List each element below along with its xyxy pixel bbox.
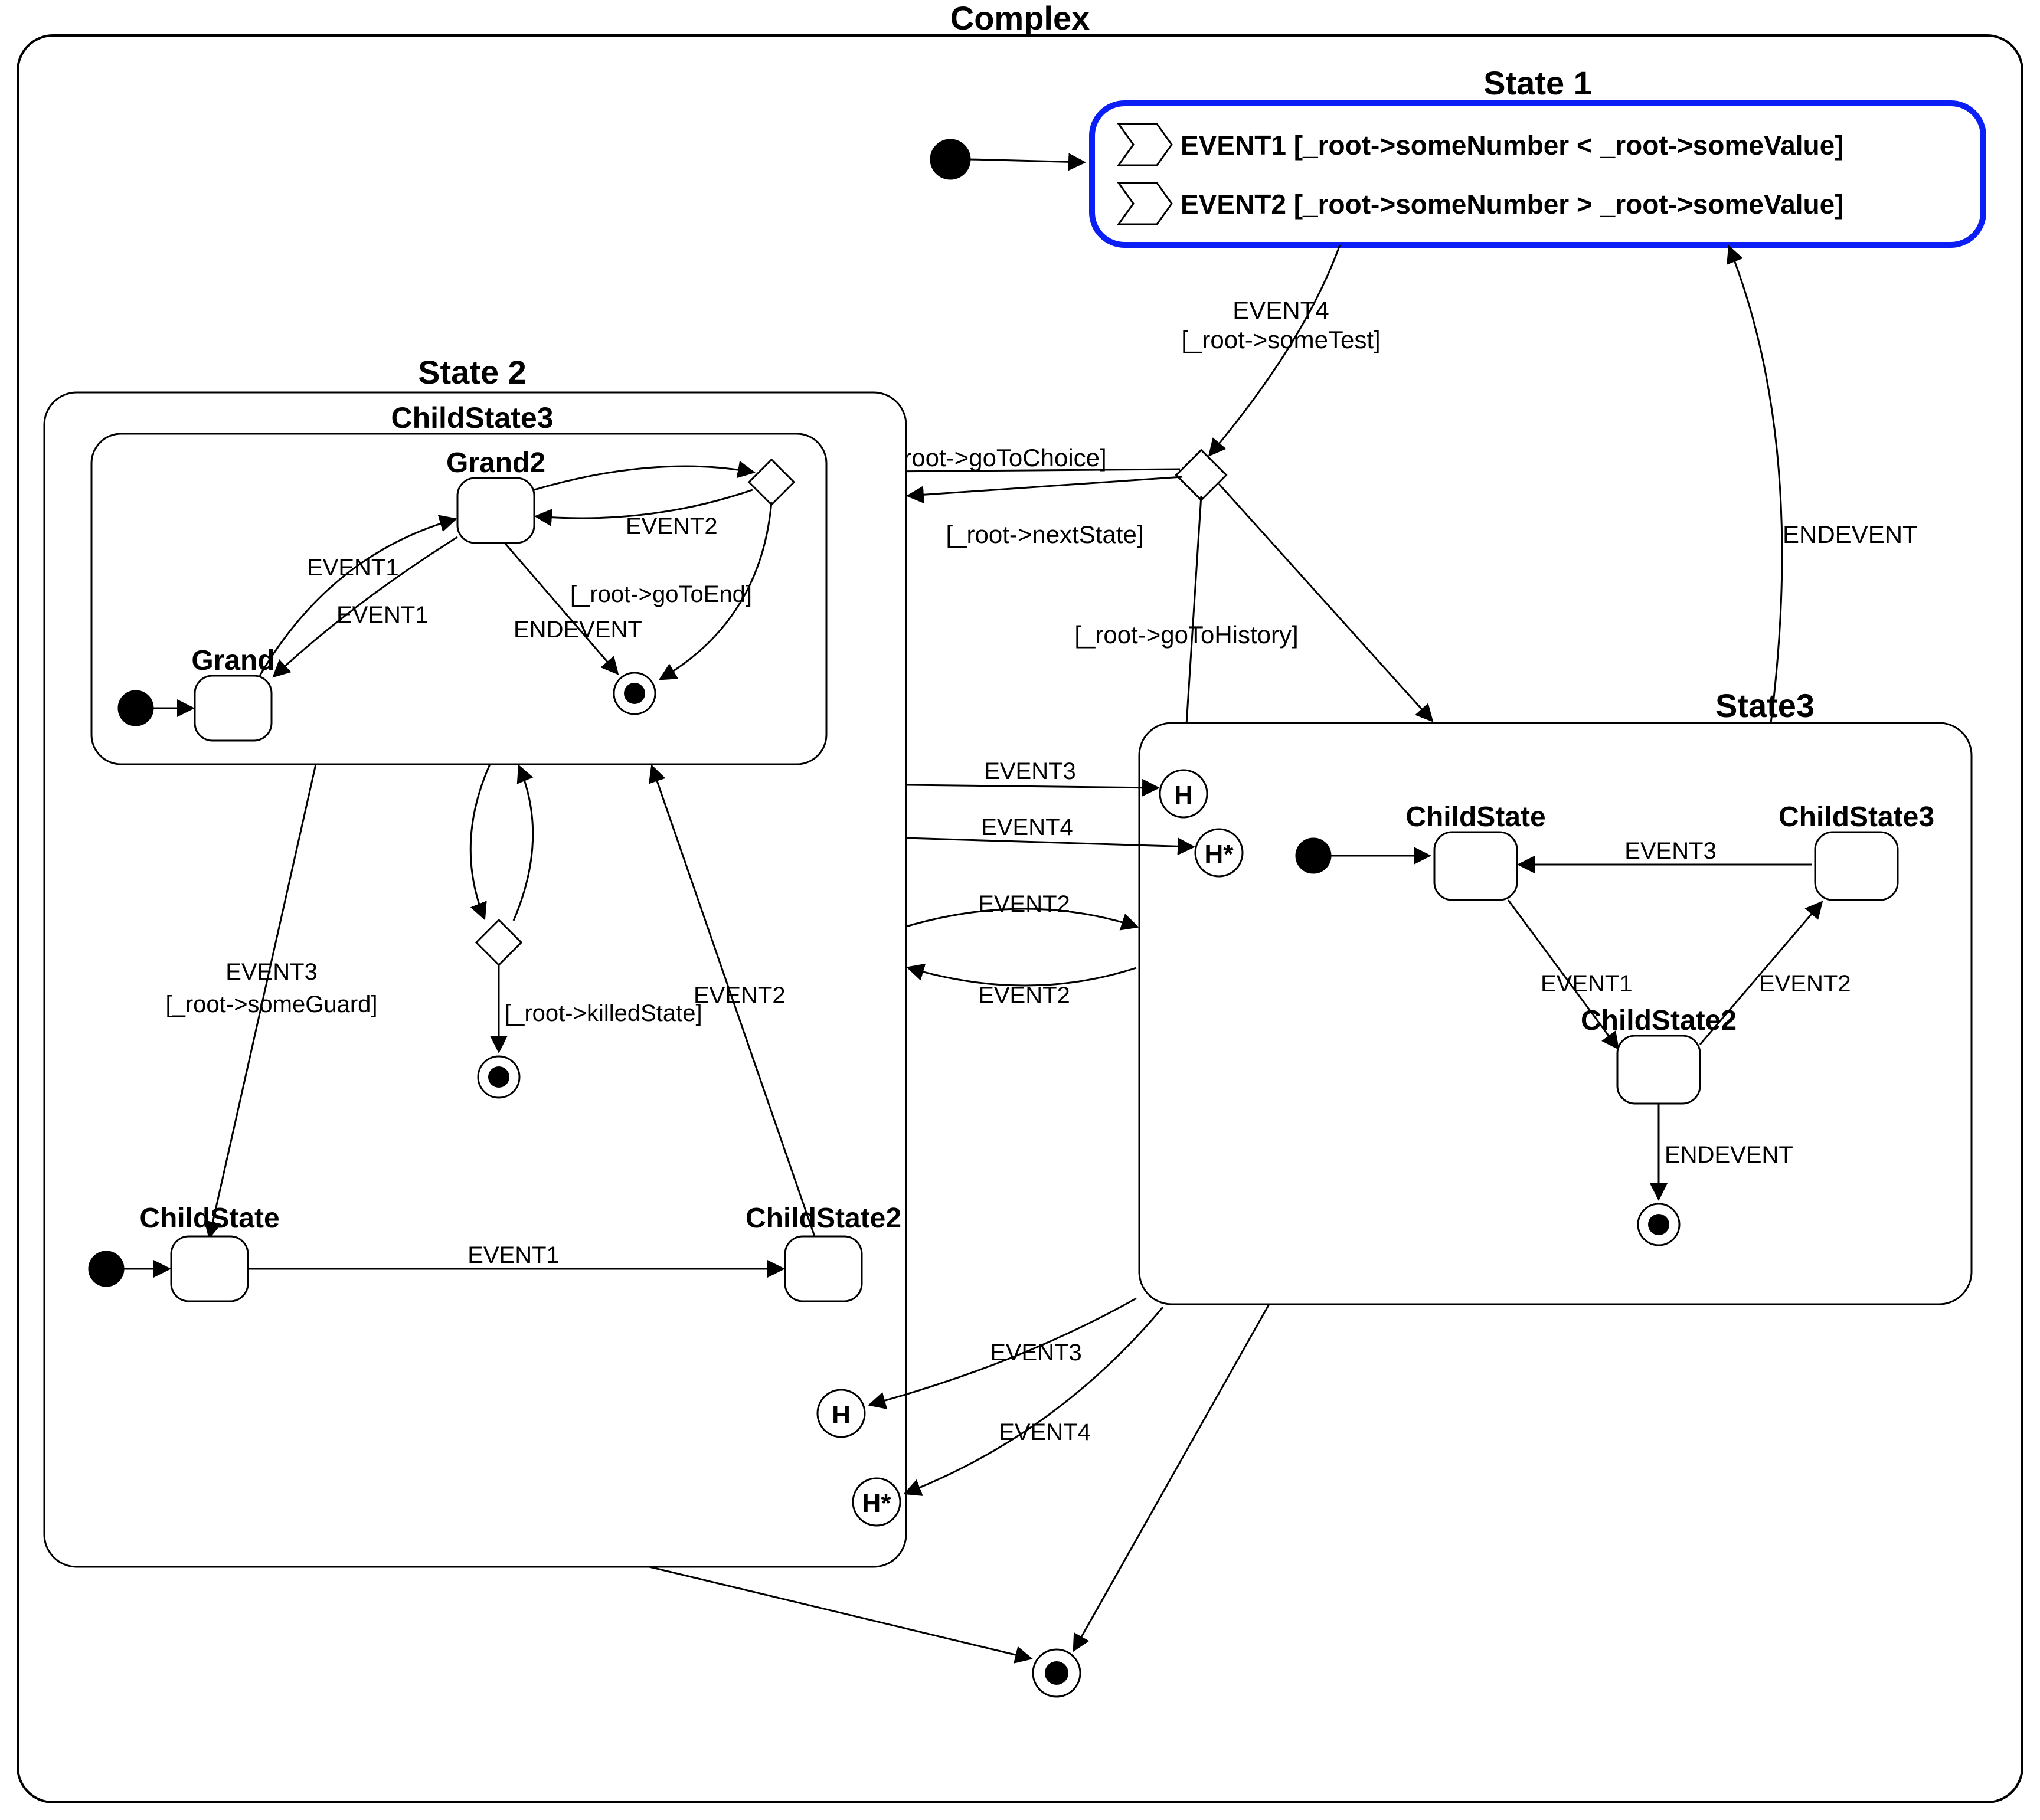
grand2-to-choice-label: EVENT2 — [626, 513, 718, 539]
state3-initial — [1296, 838, 1331, 873]
s3-s2hstar-label: EVENT4 — [999, 1419, 1091, 1445]
complex-initial — [930, 139, 970, 179]
state3-cs2-title: ChildState2 — [1581, 1005, 1737, 1036]
state2-childstate2-title: ChildState2 — [746, 1203, 901, 1234]
state2-title: State 2 — [418, 353, 527, 391]
cs3-to-cs-event: EVENT3 — [225, 959, 318, 985]
state1-title: State 1 — [1483, 64, 1592, 102]
state3-cs3-title: ChildState3 — [1779, 801, 1934, 833]
s2-s3-ev2b-label: EVENT2 — [978, 983, 1070, 1009]
state2-history-deep-label: H* — [862, 1489, 892, 1518]
s2-to-s3hstar-label: EVENT4 — [981, 814, 1073, 840]
s2-to-s3h-label: EVENT3 — [984, 758, 1076, 784]
state-diagram: Complex State 1 EVENT1 [_root->someNumbe… — [0, 0, 2040, 1820]
grand-grand2-ev1b: EVENT1 — [336, 602, 429, 628]
choice-gotochoice-label: [_root->goToChoice] — [882, 444, 1106, 472]
state3-cs-title: ChildState — [1405, 801, 1545, 833]
s2-s3-ev2a-label: EVENT2 — [978, 891, 1070, 917]
grand2-endevent-label: ENDEVENT — [514, 617, 642, 643]
grand-box[interactable] — [195, 676, 272, 741]
s3-cs-cs2-label: EVENT1 — [1541, 971, 1633, 997]
state3-childstate3-box[interactable] — [1815, 832, 1898, 900]
s3-cs2-endevent-label: ENDEVENT — [1665, 1142, 1793, 1168]
grand2-box[interactable] — [457, 478, 534, 543]
state2-childstate-box[interactable] — [171, 1236, 248, 1301]
state1-out-guard: [_root->someTest] — [1181, 326, 1380, 353]
cs3-title: ChildState3 — [391, 401, 553, 434]
state1-out-event: EVENT4 — [1232, 296, 1329, 324]
complex-final-inner — [1045, 1661, 1068, 1685]
state2-mid-final-inner — [488, 1066, 509, 1088]
cs3-final-inner — [624, 683, 645, 704]
state2-childstate2-box[interactable] — [785, 1236, 862, 1301]
cs-to-cs2-label: EVENT1 — [468, 1242, 560, 1268]
state2-childstate-title: ChildState — [139, 1203, 279, 1234]
cs3-initial — [118, 690, 153, 726]
grand2-title: Grand2 — [446, 447, 545, 479]
complex-title: Complex — [950, 0, 1090, 37]
choice-nextstate-label: [_root->nextState] — [946, 521, 1143, 548]
cs3-to-cs-guard: [_root->someGuard] — [165, 991, 377, 1017]
state3-childstate2-box[interactable] — [1617, 1036, 1700, 1104]
cs2-to-cs3-label: EVENT2 — [694, 983, 786, 1009]
state3-title: State3 — [1715, 687, 1815, 724]
grand-grand2-ev1a: EVENT1 — [307, 555, 399, 581]
killedstate-label: [_root->killedState] — [505, 1000, 702, 1026]
state2-initial — [89, 1251, 124, 1287]
state1-box[interactable] — [1092, 103, 1983, 245]
choice-history-label: [_root->goToHistory] — [1074, 621, 1298, 649]
state1-event2-text: EVENT2 [_root->someNumber > _root->someV… — [1181, 189, 1843, 220]
state3-childstate-box[interactable] — [1434, 832, 1517, 900]
cs3choice-goend-label: [_root->goToEnd] — [570, 581, 752, 607]
s3-cs2-cs3-label: EVENT2 — [1759, 971, 1851, 997]
state2-history-shallow-label: H — [832, 1400, 851, 1429]
state3-hstar-label: H* — [1205, 840, 1234, 869]
endevent-label: ENDEVENT — [1783, 521, 1918, 548]
state3-final-inner — [1648, 1214, 1669, 1235]
state1-event1-text: EVENT1 [_root->someNumber < _root->someV… — [1181, 130, 1843, 161]
s3-s2h-label: EVENT3 — [990, 1340, 1082, 1366]
state3-h-label: H — [1174, 781, 1193, 810]
s3-cs3-to-cs-label: EVENT3 — [1624, 838, 1717, 864]
